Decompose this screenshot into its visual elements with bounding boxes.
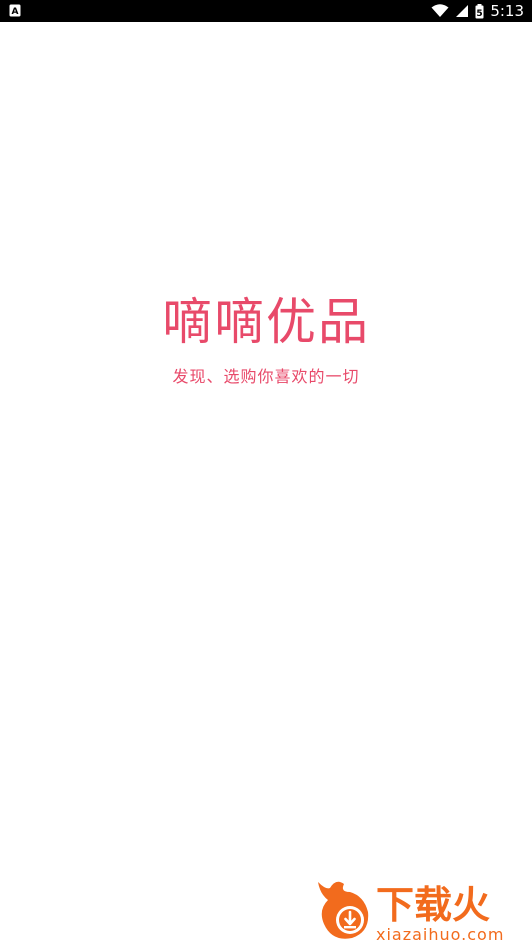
- app-slogan: 发现、选购你喜欢的一切: [172, 367, 360, 386]
- status-time: 5:13: [490, 2, 524, 20]
- splash-content: 嘀嘀优品 发现、选购你喜欢的一切: [0, 290, 532, 388]
- flame-logo-icon: [318, 881, 369, 939]
- xiazaihuo-watermark: 下载火 xiazaihuo.com: [318, 881, 504, 942]
- watermark-logo: 下载火 xiazaihuo.com: [314, 876, 528, 942]
- watermark-brand-text: 下载火: [376, 883, 490, 927]
- cellular-signal-icon: [456, 5, 469, 17]
- svg-text:A: A: [12, 7, 19, 17]
- splash-screen: A 5 5:13 嘀嘀优品 发现、选购你喜欢的一切 下载火 xiazaihuo.…: [0, 0, 532, 946]
- status-bar: A 5 5:13: [0, 0, 532, 22]
- app-name: 嘀嘀优品: [162, 293, 370, 351]
- notification-a-icon: A: [9, 4, 21, 17]
- status-icons: 5 5:13: [431, 0, 524, 22]
- watermark-site-text: xiazaihuo.com: [376, 925, 504, 942]
- battery-level-text: 5: [477, 9, 483, 19]
- wifi-icon: [431, 4, 449, 17]
- battery-icon: 5: [475, 3, 484, 19]
